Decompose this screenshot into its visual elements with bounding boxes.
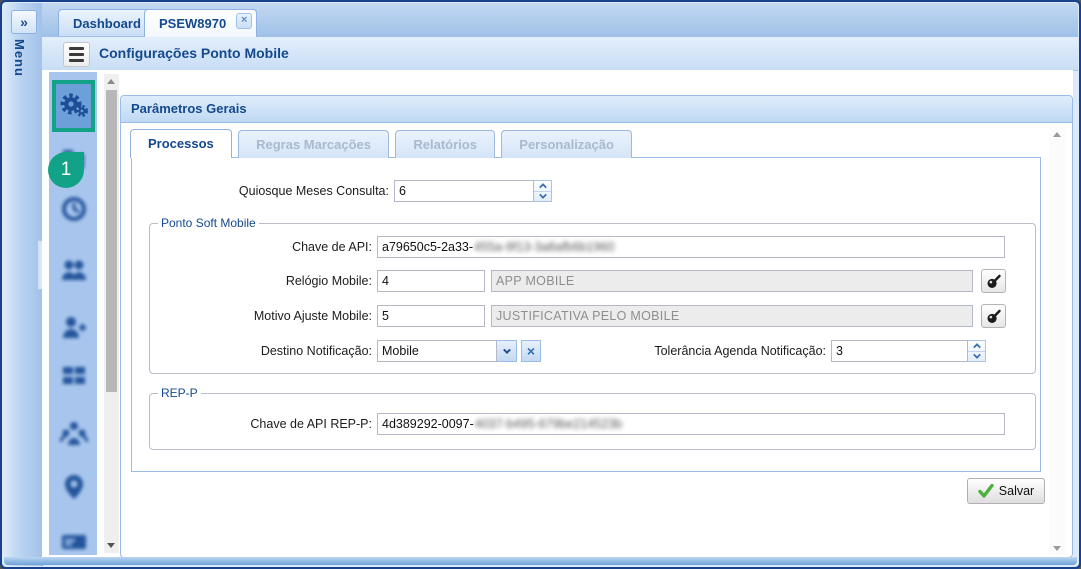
- location-pin-icon: [60, 473, 88, 501]
- quiosque-spinner[interactable]: [534, 180, 552, 202]
- tab-relatorios[interactable]: Relatórios: [395, 130, 495, 158]
- parametros-gerais-panel: Parâmetros Gerais Processos Regras Marca…: [120, 95, 1073, 558]
- page-title: Configurações Ponto Mobile: [99, 37, 289, 70]
- content-area: 1 Parâmetros Gerais Processos Regras Mar…: [42, 70, 1073, 557]
- terminal-card-icon: [60, 528, 88, 556]
- save-button-label: Salvar: [999, 484, 1034, 498]
- tab-psew8970[interactable]: PSEW8970 ×: [144, 9, 257, 37]
- tab-processos[interactable]: Processos: [130, 129, 232, 158]
- spinner-up-icon[interactable]: [968, 341, 985, 351]
- destino-notificacao-combo[interactable]: [377, 340, 497, 362]
- panel-scroll-down-icon[interactable]: [1053, 546, 1061, 551]
- dock-scroll-down-icon[interactable]: [107, 543, 115, 548]
- magnifier-icon: [984, 307, 1003, 326]
- settings-gears-icon: [58, 90, 90, 122]
- icon-dock: [49, 72, 97, 555]
- collapsed-menu-strip: » Menu: [3, 3, 43, 566]
- panel-tab-strip: Processos Regras Marcações Relatórios Pe…: [130, 129, 635, 158]
- sidebar-item-terminal[interactable]: [60, 528, 88, 556]
- quiosque-input[interactable]: [394, 180, 534, 202]
- app-window: » Menu Dashboard PSEW8970 × Configuraçõe…: [0, 0, 1081, 569]
- sidebar-item-user-add[interactable]: [60, 313, 88, 341]
- motivo-ajuste-label: Motivo Ajuste Mobile:: [150, 309, 377, 323]
- chave-api-repp-redacted: 4037-b495-679be214523b: [475, 417, 622, 431]
- tab-psew8970-label: PSEW8970: [159, 16, 226, 31]
- chave-api-repp-input[interactable]: 4d389292-0097- 4037-b495-679be214523b: [377, 413, 1005, 435]
- chave-api-visible: a79650c5-2a33-: [382, 240, 473, 254]
- chave-api-repp-visible: 4d389292-0097-: [382, 417, 474, 431]
- modules-grid-icon: [60, 362, 88, 390]
- fieldset-ponto-soft-mobile-legend: Ponto Soft Mobile: [158, 216, 259, 230]
- tab-close-icon[interactable]: ×: [236, 13, 252, 29]
- sidebar-item-time[interactable]: [60, 195, 88, 223]
- relogio-mobile-display: APP MOBILE: [491, 270, 973, 292]
- tolerancia-spinner[interactable]: [968, 340, 986, 362]
- step-badge: 1: [48, 152, 84, 188]
- panel-scrollbar[interactable]: [1049, 128, 1065, 555]
- tab-regras-marcacoes[interactable]: Regras Marcações: [238, 130, 389, 158]
- chevron-down-icon: [503, 347, 511, 355]
- tolerancia-input[interactable]: [831, 340, 968, 362]
- app-frame: » Menu Dashboard PSEW8970 × Configuraçõe…: [2, 2, 1079, 567]
- chave-api-redacted: 455a-9f13-3a8afb6b1960: [474, 240, 614, 254]
- page-toolbar: Configurações Ponto Mobile: [42, 37, 1078, 71]
- motivo-lookup-button[interactable]: [981, 304, 1006, 328]
- spinner-down-icon[interactable]: [534, 191, 551, 202]
- panel-title: Parâmetros Gerais: [121, 96, 1072, 123]
- sidebar-item-settings[interactable]: [52, 80, 95, 132]
- sidebar-item-team[interactable]: [60, 256, 88, 284]
- dock-scroll-up-icon[interactable]: [107, 79, 115, 84]
- destino-notificacao-label: Destino Notificação:: [150, 344, 377, 358]
- save-button[interactable]: Salvar: [967, 478, 1045, 504]
- chave-api-label: Chave de API:: [150, 240, 377, 254]
- relogio-lookup-button[interactable]: [981, 269, 1006, 293]
- team-icon: [60, 256, 88, 284]
- org-group-icon: [60, 419, 88, 447]
- chave-api-repp-label: Chave de API REP-P:: [150, 417, 377, 431]
- window-tab-bar: Dashboard PSEW8970 ×: [42, 3, 1078, 38]
- tab-personalizacao[interactable]: Personalização: [501, 130, 632, 158]
- fieldset-ponto-soft-mobile: Ponto Soft Mobile Chave de API: a79650c5…: [149, 216, 1036, 374]
- window-bottom-edge: [4, 557, 1077, 565]
- tolerancia-label: Tolerância Agenda Notificação:: [541, 344, 831, 358]
- fieldset-rep-p-legend: REP-P: [158, 386, 201, 400]
- sidebar-item-location[interactable]: [60, 473, 88, 501]
- relogio-mobile-input[interactable]: [377, 270, 485, 292]
- hamburger-menu-button[interactable]: [63, 42, 90, 67]
- clock-icon: [60, 195, 88, 223]
- relogio-mobile-label: Relógio Mobile:: [150, 274, 377, 288]
- quiosque-label: Quiosque Meses Consulta:: [132, 184, 394, 198]
- check-icon: [978, 484, 994, 498]
- fieldset-rep-p: REP-P Chave de API REP-P: 4d389292-0097-…: [149, 386, 1036, 450]
- sidebar-item-modules[interactable]: [60, 362, 88, 390]
- combo-dropdown-trigger[interactable]: [497, 340, 517, 362]
- motivo-ajuste-display: JUSTIFICATIVA PELO MOBILE: [491, 305, 973, 327]
- sidebar-item-org-group[interactable]: [60, 419, 88, 447]
- tab-dashboard[interactable]: Dashboard: [58, 9, 156, 36]
- expand-menu-button[interactable]: »: [11, 10, 37, 34]
- dock-scroll-thumb[interactable]: [106, 90, 117, 392]
- dock-scrollbar[interactable]: [104, 74, 119, 553]
- spinner-up-icon[interactable]: [534, 181, 551, 191]
- magnifier-icon: [984, 272, 1003, 291]
- motivo-ajuste-input[interactable]: [377, 305, 485, 327]
- tab-dashboard-label: Dashboard: [73, 16, 141, 31]
- tab-content-processos: Quiosque Meses Consulta: Ponto Soft Mobi…: [131, 157, 1041, 472]
- menu-strip-label: Menu: [12, 39, 27, 77]
- user-add-icon: [60, 313, 88, 341]
- panel-scroll-up-icon[interactable]: [1053, 132, 1061, 137]
- spinner-down-icon[interactable]: [968, 351, 985, 362]
- combo-clear-button[interactable]: ×: [521, 340, 541, 362]
- chave-api-input[interactable]: a79650c5-2a33- 455a-9f13-3a8afb6b1960: [377, 236, 1005, 258]
